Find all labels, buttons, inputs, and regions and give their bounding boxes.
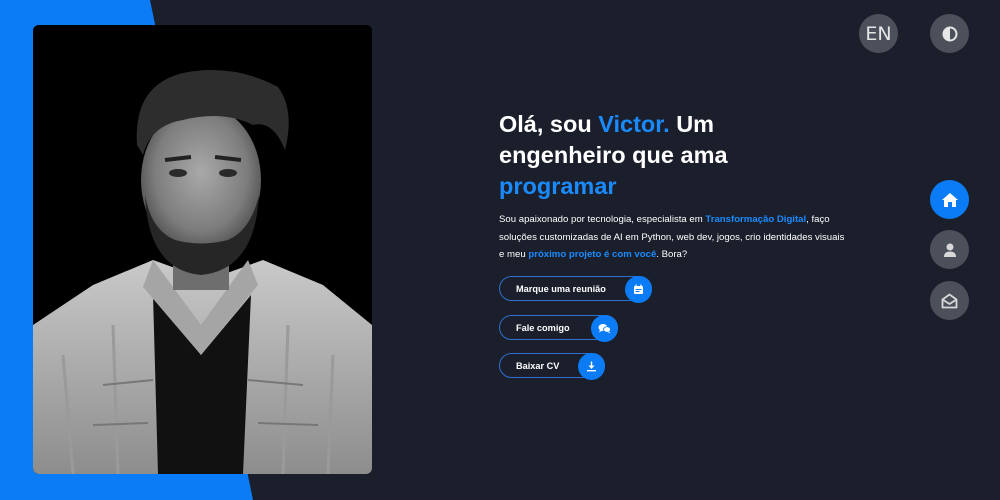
desc-text-1: Sou apaixonado por tecnologia, especiali… <box>499 214 706 225</box>
language-label: EN <box>865 22 892 45</box>
title-name: Victor. <box>598 111 670 137</box>
nav-home-button[interactable] <box>930 180 969 219</box>
schedule-meeting-label: Marque uma reunião <box>516 283 606 294</box>
contact-me-button[interactable]: Fale comigo <box>499 315 618 342</box>
profile-photo <box>33 25 372 474</box>
envelope-open-icon <box>941 293 958 308</box>
title-highlight: programar <box>499 173 617 199</box>
hero-description: Sou apaixonado por tecnologia, especiali… <box>499 211 849 264</box>
schedule-meeting-button[interactable]: Marque uma reunião <box>499 276 652 303</box>
home-icon <box>941 192 958 207</box>
download-cv-label: Baixar CV <box>516 360 560 371</box>
user-icon <box>943 243 956 257</box>
desc-highlight-project: próximo projeto é com você <box>528 249 657 260</box>
nav-about-button[interactable] <box>930 230 969 269</box>
calendar-icon <box>625 276 652 303</box>
nav-contact-button[interactable] <box>930 281 969 320</box>
desc-highlight-digital: Transformação Digital <box>705 214 807 225</box>
contact-me-label: Fale comigo <box>516 322 570 333</box>
language-toggle-button[interactable]: EN <box>859 14 898 53</box>
chat-bubbles-icon <box>591 315 618 342</box>
download-icon <box>578 353 605 380</box>
desc-text-3: . Bora? <box>656 249 688 260</box>
hero-title: Olá, sou Victor. Um engenheiro que ama p… <box>499 109 819 202</box>
title-greeting: Olá, sou <box>499 111 599 137</box>
portfolio-page: EN Olá, sou Victor. Um engenheiro que am… <box>0 0 1000 500</box>
theme-toggle-button[interactable] <box>930 14 969 53</box>
half-circle-contrast-icon <box>942 26 957 41</box>
download-cv-button[interactable]: Baixar CV <box>499 353 605 380</box>
